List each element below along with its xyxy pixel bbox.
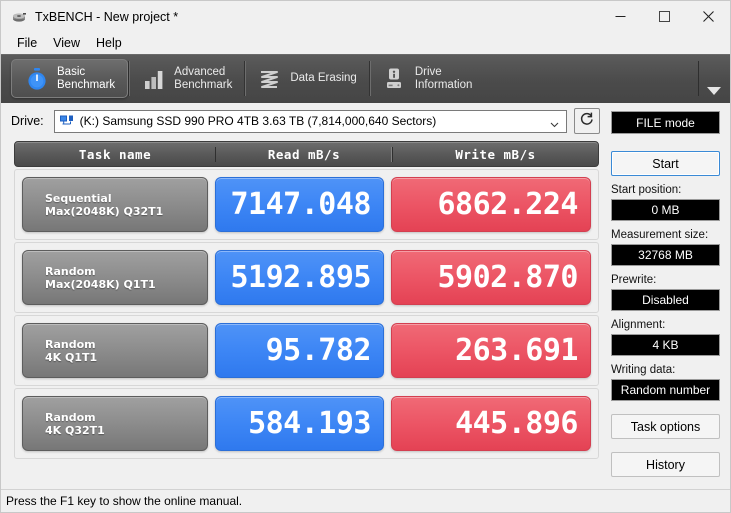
task-line-2: Max(2048K) Q32T1 <box>45 204 164 218</box>
results-header-row: Task name Read mB/s Write mB/s <box>14 141 599 167</box>
write-value: 5902.870 <box>391 250 591 305</box>
task-line-1: Random <box>45 410 96 424</box>
tab-advanced-benchmark[interactable]: Advanced Benchmark <box>129 59 244 98</box>
table-row[interactable]: Sequential Max(2048K) Q32T1 7147.048 686… <box>14 169 599 240</box>
left-column: Drive: (K:) Samsung SSD 990 PRO 4TB 3.63… <box>1 103 609 489</box>
control-panel: FILE mode Start Start position: 0 MB Mea… <box>609 103 730 489</box>
tab-bar: Basic Benchmark Advanced Benchmark Data … <box>1 54 730 103</box>
write-value: 263.691 <box>391 323 591 378</box>
task-line-1: Random <box>45 264 96 278</box>
stopwatch-icon <box>24 66 50 92</box>
read-value: 584.193 <box>215 396 384 451</box>
drive-info-icon <box>382 66 408 92</box>
table-row[interactable]: Random 4K Q32T1 584.193 445.896 <box>14 388 599 459</box>
tab-label: Advanced Benchmark <box>174 65 233 91</box>
menu-item-file[interactable]: File <box>9 34 45 52</box>
writing-data-label: Writing data: <box>611 364 676 376</box>
start-position-label: Start position: <box>611 184 682 196</box>
app-icon <box>11 9 27 25</box>
close-button[interactable] <box>686 1 730 32</box>
read-value: 7147.048 <box>215 177 384 232</box>
tab-data-erasing[interactable]: Data Erasing <box>245 59 368 98</box>
window-controls <box>598 1 730 32</box>
column-header-task: Task name <box>78 146 152 162</box>
task-line-2: 4K Q32T1 <box>45 423 105 437</box>
shred-icon <box>257 66 283 92</box>
read-value: 95.782 <box>215 323 384 378</box>
main-content: Drive: (K:) Samsung SSD 990 PRO 4TB 3.63… <box>1 103 730 489</box>
network-drive-icon <box>59 114 75 128</box>
status-text: Press the F1 key to show the online manu… <box>6 494 243 508</box>
menu-bar: File View Help <box>1 32 730 54</box>
write-value: 445.896 <box>391 396 591 451</box>
tab-label: Data Erasing <box>290 72 357 84</box>
menu-item-help[interactable]: Help <box>88 34 130 52</box>
txbench-window: TxBENCH - New project * File View Help B… <box>0 0 731 513</box>
minimize-button[interactable] <box>598 1 642 32</box>
tab-drive-information[interactable]: Drive Information <box>370 59 485 98</box>
task-name-cell: Random 4K Q1T1 <box>22 323 208 378</box>
mode-indicator[interactable]: FILE mode <box>611 111 720 134</box>
drive-selector-row: Drive: (K:) Samsung SSD 990 PRO 4TB 3.63… <box>1 103 609 139</box>
tab-label: Drive Information <box>414 65 473 91</box>
read-value: 5192.895 <box>215 250 384 305</box>
tab-overflow-button[interactable] <box>698 55 730 103</box>
status-bar: Press the F1 key to show the online manu… <box>1 489 730 512</box>
task-line-1: Random <box>45 337 96 351</box>
refresh-icon <box>579 111 595 132</box>
task-options-button[interactable]: Task options <box>611 414 720 439</box>
tab-basic-benchmark[interactable]: Basic Benchmark <box>11 59 129 98</box>
task-name-cell: Random Max(2048K) Q1T1 <box>22 250 208 305</box>
results-table: Task name Read mB/s Write mB/s Sequentia… <box>14 141 599 459</box>
tab-label: Basic Benchmark <box>57 65 116 91</box>
menu-item-view[interactable]: View <box>45 34 88 52</box>
maximize-button[interactable] <box>642 1 686 32</box>
task-name-cell: Random 4K Q32T1 <box>22 396 208 451</box>
start-position-value[interactable]: 0 MB <box>611 199 720 221</box>
drive-label: Drive: <box>11 114 44 128</box>
prewrite-label: Prewrite: <box>611 274 657 286</box>
table-row[interactable]: Random 4K Q1T1 95.782 263.691 <box>14 315 599 386</box>
drive-select[interactable]: (K:) Samsung SSD 990 PRO 4TB 3.63 TB (7,… <box>53 109 567 133</box>
write-value: 6862.224 <box>391 177 591 232</box>
refresh-drives-button[interactable] <box>574 108 600 134</box>
measurement-size-label: Measurement size: <box>611 229 709 241</box>
column-header-write: Write mB/s <box>392 146 598 162</box>
task-line-2: 4K Q1T1 <box>45 350 98 364</box>
table-row[interactable]: Random Max(2048K) Q1T1 5192.895 5902.870 <box>14 242 599 313</box>
window-title: TxBENCH - New project * <box>35 9 179 24</box>
writing-data-value[interactable]: Random number <box>611 379 720 401</box>
history-button[interactable]: History <box>611 452 720 477</box>
prewrite-value[interactable]: Disabled <box>611 289 720 311</box>
alignment-label: Alignment: <box>611 319 666 331</box>
start-button[interactable]: Start <box>611 151 720 176</box>
chevron-down-icon <box>550 116 559 128</box>
chevron-down-icon <box>707 87 721 95</box>
task-line-1: Sequential <box>45 191 112 205</box>
title-bar: TxBENCH - New project * <box>1 1 730 32</box>
measurement-size-value[interactable]: 32768 MB <box>611 244 720 266</box>
task-line-2: Max(2048K) Q1T1 <box>45 277 156 291</box>
drive-value: (K:) Samsung SSD 990 PRO 4TB 3.63 TB (7,… <box>79 114 437 128</box>
task-name-cell: Sequential Max(2048K) Q32T1 <box>22 177 208 232</box>
bar-chart-icon <box>141 66 167 92</box>
alignment-value[interactable]: 4 KB <box>611 334 720 356</box>
column-header-read: Read mB/s <box>215 146 392 162</box>
